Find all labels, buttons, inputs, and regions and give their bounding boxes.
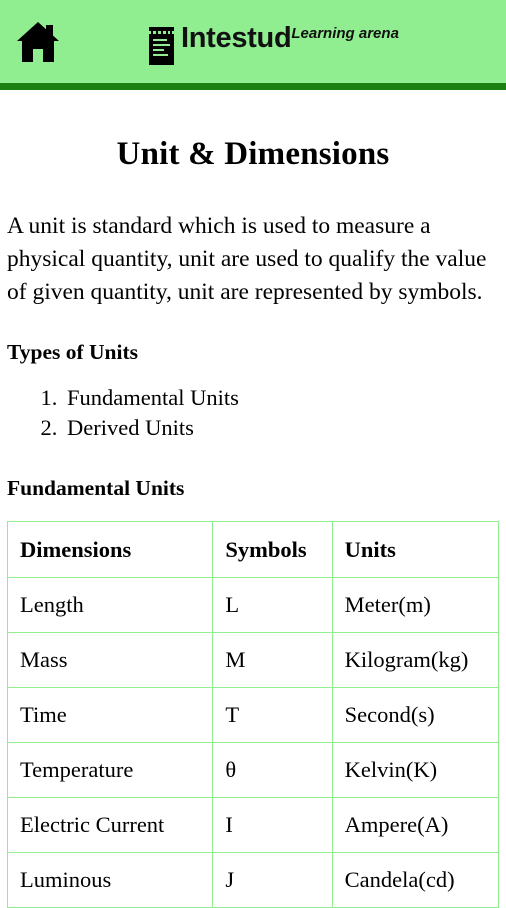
brand[interactable]: Intestud Learning arena (148, 19, 399, 65)
column-header-symbols: Symbols (212, 521, 333, 578)
cell-dimension: Length (6, 577, 214, 633)
article-content: Unit & Dimensions A unit is standard whi… (0, 134, 506, 908)
cell-unit: Kilogram(kg) (331, 632, 500, 688)
cell-symbol: θ (212, 742, 333, 798)
brand-name: Intestud (181, 21, 292, 54)
cell-symbol: J (212, 852, 333, 908)
intro-paragraph: A unit is standard which is used to meas… (7, 213, 487, 305)
notepad-icon (148, 26, 175, 65)
column-header-dimensions: Dimensions (6, 521, 214, 578)
page-title: Unit & Dimensions (116, 136, 390, 172)
cell-dimension: Temperature (6, 742, 214, 798)
column-header-units: Units (331, 521, 500, 578)
heading-types-of-units: Types of Units (7, 340, 139, 364)
table-row: Temperature θ Kelvin(K) (6, 742, 500, 798)
table-row: Length L Meter(m) (6, 577, 500, 633)
list-item: Derived Units (63, 413, 499, 443)
cell-symbol: L (212, 577, 333, 633)
types-of-units-list: Fundamental Units Derived Units (7, 383, 499, 443)
cell-dimension: Time (6, 687, 214, 743)
cell-unit: Candela(cd) (331, 852, 500, 908)
cell-dimension: Electric Current (6, 797, 214, 853)
home-button[interactable] (4, 20, 72, 64)
cell-unit: Meter(m) (331, 577, 500, 633)
cell-dimension: Mass (6, 632, 214, 688)
table-header-row: Dimensions Symbols Units (6, 521, 500, 578)
heading-fundamental-units: Fundamental Units (7, 476, 185, 500)
cell-unit: Kelvin(K) (331, 742, 500, 798)
cell-symbol: I (212, 797, 333, 853)
fundamental-units-table: Dimensions Symbols Units Length L Meter(… (6, 521, 500, 908)
home-icon (15, 20, 61, 64)
list-item: Fundamental Units (63, 383, 499, 413)
header-divider (0, 83, 506, 90)
table-row: Electric Current I Ampere(A) (6, 797, 500, 853)
app-header: Intestud Learning arena (0, 0, 506, 83)
cell-symbol: M (212, 632, 333, 688)
table-row: Mass M Kilogram(kg) (6, 632, 500, 688)
table-row: Time T Second(s) (6, 687, 500, 743)
table-row: Luminous J Candela(cd) (6, 852, 500, 908)
cell-unit: Second(s) (331, 687, 500, 743)
cell-symbol: T (212, 687, 333, 743)
cell-dimension: Luminous (6, 852, 214, 908)
cell-unit: Ampere(A) (331, 797, 500, 853)
brand-tagline: Learning arena (291, 24, 399, 42)
